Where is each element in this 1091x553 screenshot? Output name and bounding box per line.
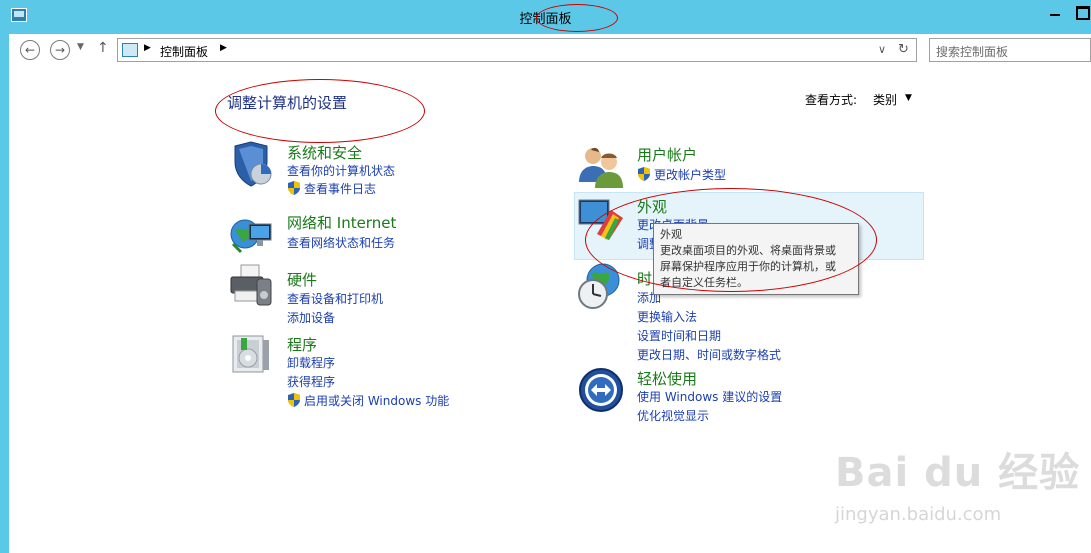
view-by-caret-icon[interactable]: ▼ [905,93,912,103]
watermark-url: jingyan.baidu.com [835,504,1002,525]
baidu-jingyan-watermark: Bai du 经验 jingyan.baidu.com [835,440,1085,540]
minimize-button[interactable] [1042,0,1068,22]
link-label: 查看事件日志 [304,182,377,196]
programs-box-icon[interactable] [227,330,275,378]
breadcrumb-chevron-icon[interactable]: ▶ [144,43,151,53]
link-network-status[interactable]: 查看网络状态和任务 [287,234,395,251]
refresh-icon[interactable]: ↻ [898,42,909,57]
category-title[interactable]: 网络和 Internet [287,212,396,233]
control-panel-window: ← → ▼ ↑ ▶ 控制面板 ▶ ∨ ↻ 搜索控制面板 调整计算机的设置 查看方… [9,34,1091,553]
up-arrow-icon[interactable]: ↑ [97,40,109,56]
link-change-account-type[interactable]: 更改帐户类型 [637,166,726,183]
category-system-security: 系统和安全 查看你的计算机状态 查看事件日志 [227,140,477,200]
printer-icon[interactable] [227,261,275,309]
category-title[interactable]: 轻松使用 [637,368,697,389]
navigation-bar: ← → ▼ ↑ ▶ 控制面板 ▶ ∨ ↻ 搜索控制面板 [9,34,1091,66]
link-change-date-time-format[interactable]: 更改日期、时间或数字格式 [637,346,781,363]
title-bar: 控制面板 [0,0,1091,34]
category-title[interactable]: 系统和安全 [287,142,362,163]
forward-button[interactable]: → [50,40,70,60]
link-view-event-log[interactable]: 查看事件日志 [287,180,376,197]
annotation-ellipse-page-title [215,79,425,143]
back-button[interactable]: ← [20,40,40,60]
uac-shield-icon [288,393,300,407]
annotation-ellipse-title [536,4,618,32]
annotation-ellipse-tooltip [585,188,877,292]
uac-shield-icon [288,181,300,195]
category-title[interactable]: 用户帐户 [637,144,697,165]
view-by-label: 查看方式: [805,93,858,107]
maximize-button[interactable] [1068,0,1091,22]
category-network-internet: 网络和 Internet 查看网络状态和任务 [227,210,477,260]
link-label: 更改帐户类型 [654,168,727,182]
address-bar[interactable]: ▶ 控制面板 ▶ ∨ ↻ [117,38,917,62]
link-optimize-visual-display[interactable]: 优化视觉显示 [637,407,709,424]
watermark-logo: Bai du 经验 [835,450,1081,496]
category-title[interactable]: 硬件 [287,269,317,290]
link-windows-suggested-settings[interactable]: 使用 Windows 建议的设置 [637,388,782,405]
link-change-input-method[interactable]: 更换输入法 [637,308,697,325]
link-get-programs[interactable]: 获得程序 [287,373,335,390]
category-programs: 程序 卸载程序 获得程序 启用或关闭 Windows 功能 [227,330,487,410]
link-devices-printers[interactable]: 查看设备和打印机 [287,290,383,307]
category-ease-of-access: 轻松使用 使用 Windows 建议的设置 优化视觉显示 [577,366,837,426]
network-globe-icon[interactable] [227,210,275,258]
recent-locations-chevron-icon[interactable]: ▼ [77,42,84,52]
search-input[interactable]: 搜索控制面板 [929,38,1091,62]
link-set-time-date[interactable]: 设置时间和日期 [637,327,721,344]
category-hardware: 硬件 查看设备和打印机 添加设备 [227,261,477,325]
shield-icon[interactable] [227,140,275,188]
category-user-accounts: 用户帐户 更改帐户类型 [577,142,827,192]
category-title[interactable]: 程序 [287,334,317,355]
breadcrumb-control-panel[interactable]: 控制面板 [160,43,208,60]
user-accounts-icon[interactable] [577,142,625,190]
breadcrumb-chevron-icon[interactable]: ▶ [220,43,227,53]
ease-of-access-icon[interactable] [577,366,625,414]
address-dropdown-icon[interactable]: ∨ [878,43,886,56]
link-uninstall-program[interactable]: 卸载程序 [287,354,335,371]
uac-shield-icon [638,167,650,181]
view-by-dropdown[interactable]: 类别 [873,91,897,108]
control-panel-small-icon [122,43,138,57]
link-windows-features[interactable]: 启用或关闭 Windows 功能 [287,392,449,409]
link-add-device[interactable]: 添加设备 [287,309,335,326]
link-label: 启用或关闭 Windows 功能 [304,394,450,408]
link-view-computer-status[interactable]: 查看你的计算机状态 [287,162,395,179]
